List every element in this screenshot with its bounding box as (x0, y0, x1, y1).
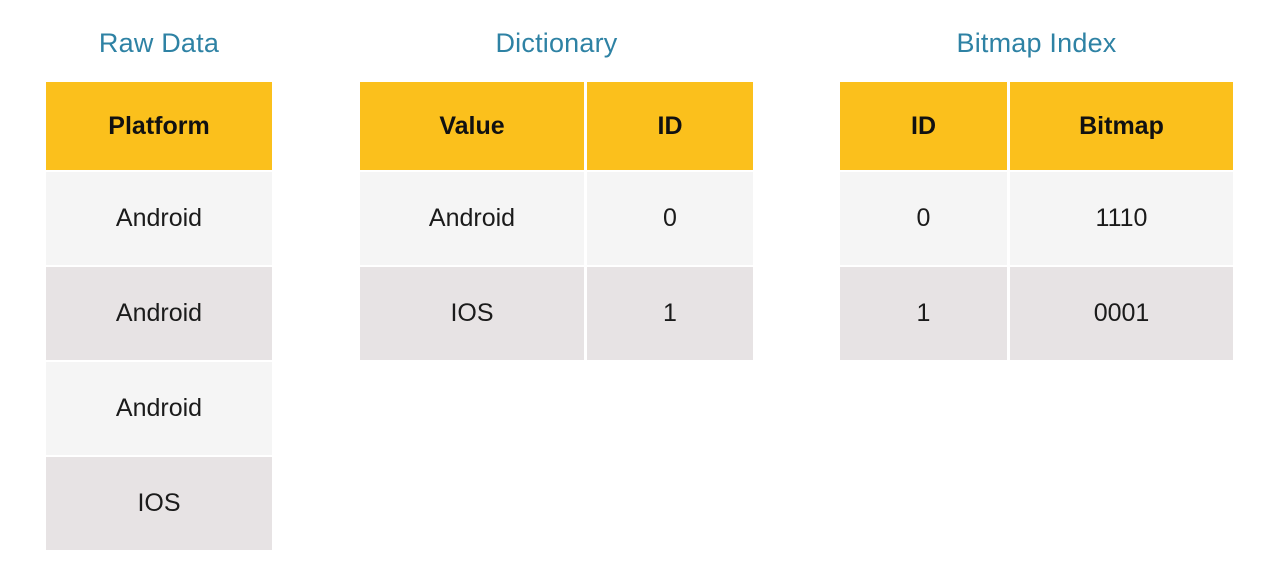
cell-value: IOS (360, 267, 584, 360)
cell-value: Android (360, 172, 584, 265)
cell-platform: IOS (46, 457, 272, 550)
table-row: 1 0001 (840, 267, 1233, 360)
panel-title-dictionary: Dictionary (495, 28, 618, 58)
table-row: Android (46, 172, 272, 265)
table-row: Android 0 (360, 172, 753, 265)
table-header-row: Value ID (360, 82, 753, 170)
column-header-value: Value (360, 82, 584, 170)
cell-bitmap: 1110 (1010, 172, 1233, 265)
table-header-row: Platform (46, 82, 272, 170)
cell-id: 0 (840, 172, 1007, 265)
cell-platform: Android (46, 267, 272, 360)
column-header-bitmap: Bitmap (1010, 82, 1233, 170)
table-row: IOS (46, 457, 272, 550)
table-row: Android (46, 267, 272, 360)
table-row: 0 1110 (840, 172, 1233, 265)
table-raw-data: Platform Android Android Android IOS (46, 82, 272, 550)
panel-title-bitmap-index: Bitmap Index (956, 28, 1117, 58)
table-bitmap-index: ID Bitmap 0 1110 1 0001 (840, 82, 1233, 360)
panel-title-raw-data: Raw Data (98, 28, 220, 58)
cell-platform: Android (46, 362, 272, 455)
column-header-id: ID (840, 82, 1007, 170)
diagram-canvas: Raw Data Platform Android Android Androi… (0, 0, 1280, 575)
table-dictionary: Value ID Android 0 IOS 1 (360, 82, 753, 360)
cell-bitmap: 0001 (1010, 267, 1233, 360)
cell-id: 0 (587, 172, 753, 265)
cell-id: 1 (587, 267, 753, 360)
cell-id: 1 (840, 267, 1007, 360)
table-row: Android (46, 362, 272, 455)
cell-platform: Android (46, 172, 272, 265)
table-header-row: ID Bitmap (840, 82, 1233, 170)
table-row: IOS 1 (360, 267, 753, 360)
column-header-platform: Platform (46, 82, 272, 170)
column-header-id: ID (587, 82, 753, 170)
